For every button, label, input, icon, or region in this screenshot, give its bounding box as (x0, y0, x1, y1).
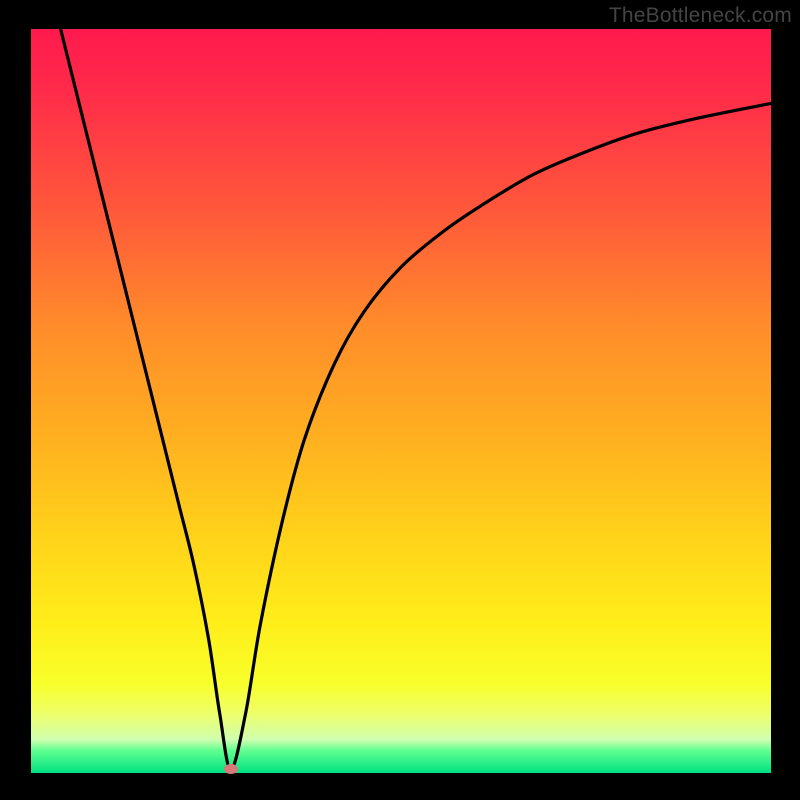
bottleneck-curve (31, 29, 771, 773)
chart-plot-area (31, 29, 771, 773)
attribution-text: TheBottleneck.com (609, 4, 792, 28)
minimum-marker (224, 764, 238, 774)
